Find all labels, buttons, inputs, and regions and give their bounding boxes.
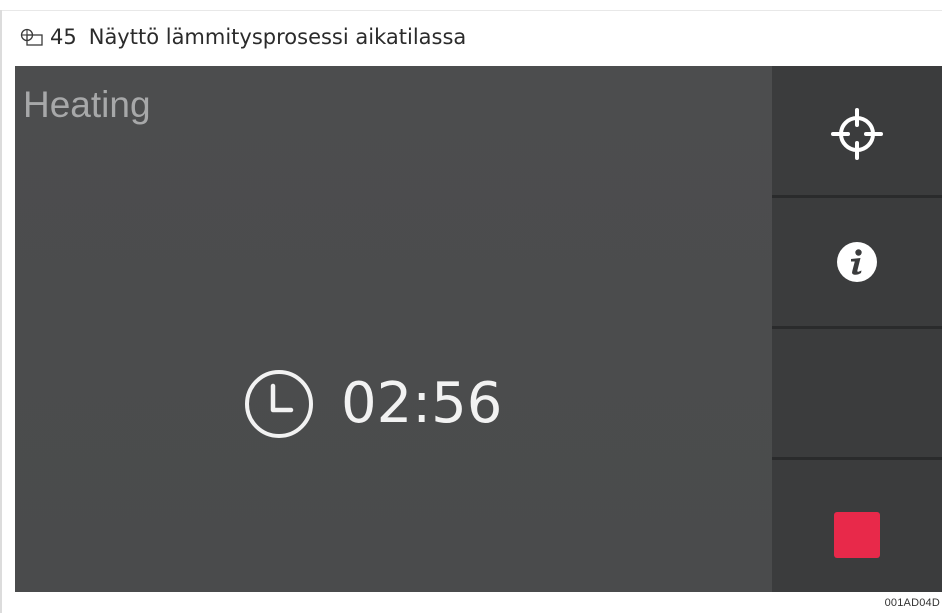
stop-button[interactable] (772, 460, 942, 592)
timer-value: 02:56 (341, 371, 503, 436)
crosshair-icon (831, 107, 883, 160)
caption-left-border (0, 10, 2, 613)
device-screen: Heating 02:56 (15, 66, 942, 592)
figure-caption: 45 Näyttö lämmitysprosessi aikatilassa (18, 22, 466, 52)
clock-icon (243, 368, 315, 440)
main-panel: Heating 02:56 (15, 66, 772, 592)
figure-icon (18, 25, 46, 49)
caption-top-border (0, 10, 942, 11)
empty-button[interactable] (772, 329, 942, 457)
info-button[interactable] (772, 198, 942, 326)
sidebar (772, 66, 942, 592)
figure-title: Näyttö lämmitysprosessi aikatilassa (88, 24, 467, 49)
status-title: Heating (23, 84, 151, 125)
info-icon (835, 240, 879, 284)
figure-number: 45 (50, 24, 77, 49)
reference-code: 001AD04D (884, 597, 940, 609)
target-button[interactable] (772, 66, 942, 195)
stop-icon (834, 512, 880, 558)
timer-display: 02:56 (243, 368, 502, 440)
